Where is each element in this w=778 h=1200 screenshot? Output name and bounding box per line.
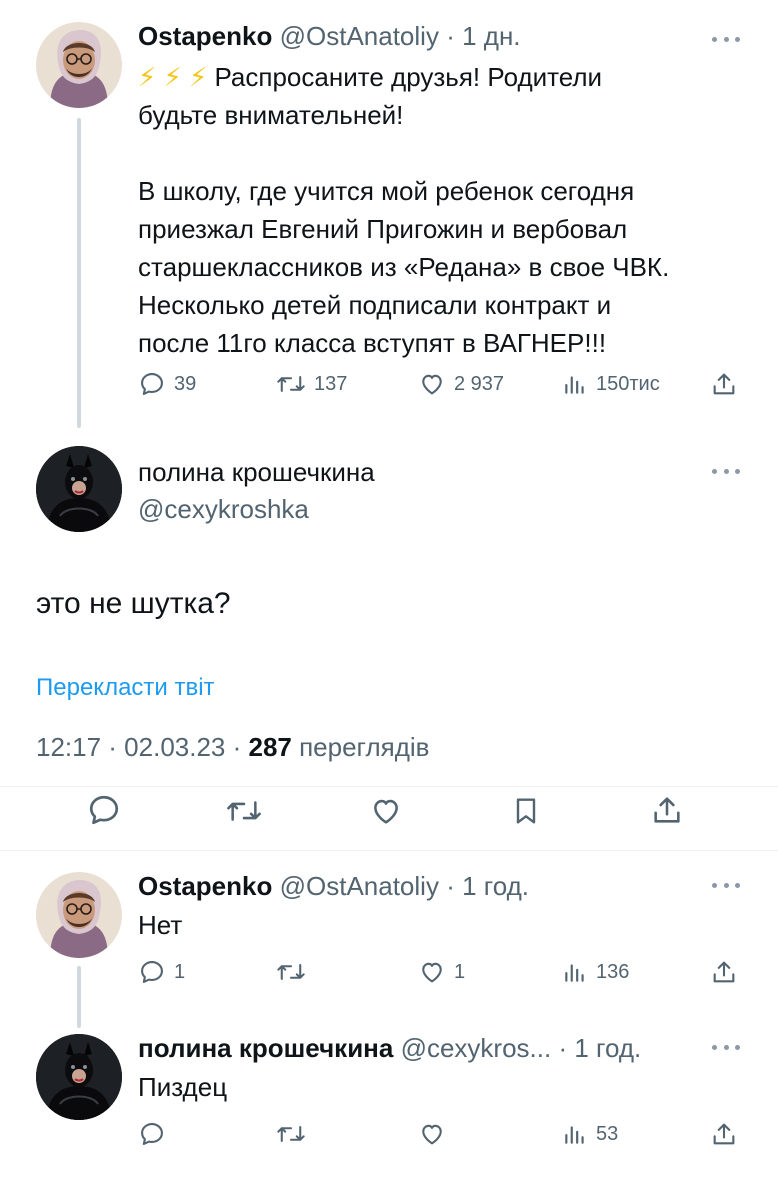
separator: ·	[446, 21, 455, 51]
bookmark-icon	[516, 798, 536, 824]
reply1-header: Ostapenko @OstAnatoliy · 1 год.	[138, 868, 529, 904]
retweet-icon	[277, 376, 305, 392]
views-button[interactable]: 136	[562, 958, 629, 986]
share-icon	[713, 373, 735, 395]
main-author-name[interactable]: полина крошечкина	[138, 455, 375, 489]
retweet-icon	[277, 964, 305, 980]
views-button[interactable]: 53	[562, 1120, 618, 1148]
avatar-polina[interactable]	[36, 1034, 122, 1120]
tweet1-line7: после 11го класса вступят в ВАГНЕР!!!	[138, 328, 607, 358]
main-views-count[interactable]: 287	[248, 732, 291, 762]
like-icon	[422, 962, 442, 983]
separator: ·	[446, 871, 455, 901]
more-icon[interactable]	[712, 880, 740, 890]
timestamp[interactable]: 1 год.	[462, 871, 529, 901]
tweet1-line6: Несколько детей подписали контракт и	[138, 290, 612, 320]
author-name[interactable]: Ostapenko	[138, 871, 272, 901]
views-count: 150тис	[596, 372, 660, 395]
main-timestamp[interactable]: 12:17 · 02.03.23 ·	[36, 732, 248, 762]
more-icon[interactable]	[712, 34, 740, 44]
like-icon	[422, 374, 442, 395]
tweet1-line5: старшеклассников из «Редана» в свое ЧВК.	[138, 252, 670, 282]
main-author-handle[interactable]: @cexykroshka	[138, 492, 309, 526]
reply-icon	[141, 1123, 163, 1145]
more-icon[interactable]	[712, 1042, 740, 1052]
views-button[interactable]: 150тис	[562, 370, 660, 398]
main-like-button[interactable]	[368, 794, 404, 828]
like-count: 2 937	[454, 372, 505, 395]
divider	[0, 786, 778, 787]
like-button[interactable]: 1	[418, 958, 465, 986]
tweet1-text: ⚡ ⚡ ⚡ Распросаните друзья! Родители будь…	[138, 58, 758, 362]
like-icon	[422, 1124, 442, 1145]
views-count: 136	[596, 960, 630, 983]
share-button[interactable]	[710, 370, 738, 398]
main-views-label: переглядів	[291, 732, 430, 762]
timestamp[interactable]: 1 дн.	[462, 21, 520, 51]
author-handle[interactable]: @OstAnatoliy	[280, 871, 439, 901]
reply-icon	[89, 795, 119, 825]
share-icon	[713, 1123, 735, 1145]
tweet1-header: Ostapenko @OstAnatoliy · 1 дн.	[138, 18, 521, 54]
separator: ·	[558, 1033, 568, 1063]
views-icon	[565, 964, 584, 982]
reply-icon	[141, 961, 163, 983]
views-icon	[565, 1126, 584, 1144]
reply-button[interactable]	[138, 1120, 166, 1148]
main-tweet-text: это не шутка?	[36, 587, 231, 620]
tweet1-line4: приезжал Евгений Пригожин и вербовал	[138, 214, 628, 244]
retweet-icon	[277, 1126, 305, 1142]
like-button[interactable]: 2 937	[418, 370, 504, 398]
author-handle[interactable]: @cexykros...	[401, 1033, 552, 1063]
avatar-polina[interactable]	[36, 446, 122, 532]
author-name[interactable]: полина крошечкина	[138, 1033, 393, 1063]
share-icon	[713, 961, 735, 983]
reply1-text: Нет	[138, 910, 183, 940]
reply-count: 39	[174, 372, 197, 395]
views-icon	[565, 376, 584, 394]
reply2-text: Пиздец	[138, 1072, 228, 1102]
reply2-header: полина крошечкина @cexykros... · 1 год.	[138, 1030, 641, 1066]
retweet-button[interactable]: 137	[276, 370, 347, 398]
tweet1-line3: В школу, где учится мой ребенок сегодня	[138, 176, 635, 206]
retweet-button[interactable]	[276, 958, 306, 986]
reply-icon	[141, 373, 163, 395]
thread-line	[77, 118, 81, 428]
tweet1-line2: будьте внимательней!	[138, 100, 404, 130]
translate-link[interactable]: Перекласти твіт	[36, 672, 215, 704]
like-count: 1	[454, 960, 466, 983]
thread-line	[77, 966, 81, 1028]
avatar-ostapenko[interactable]	[36, 22, 122, 108]
share-button[interactable]	[710, 958, 738, 986]
share-button[interactable]	[710, 1120, 738, 1148]
like-icon	[374, 799, 398, 824]
bolt-icon: ⚡ ⚡ ⚡	[138, 62, 208, 92]
author-name[interactable]: Ostapenko	[138, 21, 272, 51]
timestamp[interactable]: 1 год.	[574, 1033, 641, 1063]
retweet-button[interactable]	[276, 1120, 306, 1148]
main-share-button[interactable]	[650, 792, 684, 828]
retweet-count: 137	[314, 372, 348, 395]
divider	[0, 850, 778, 851]
main-reply-button[interactable]	[86, 792, 122, 828]
author-handle[interactable]: @OstAnatoliy	[280, 21, 439, 51]
main-bookmark-button[interactable]	[510, 794, 542, 828]
reply-button[interactable]: 1	[138, 958, 185, 986]
retweet-icon	[227, 801, 261, 821]
main-retweet-button[interactable]	[224, 794, 264, 828]
tweet1-line1: Распросаните друзья! Родители	[214, 62, 603, 92]
avatar-ostapenko[interactable]	[36, 872, 122, 958]
reply-count: 1	[174, 960, 186, 983]
like-button[interactable]	[418, 1120, 446, 1148]
tweet-meta: 12:17 · 02.03.23 · 287 переглядів	[36, 729, 429, 765]
reply-button[interactable]: 39	[138, 370, 196, 398]
more-icon[interactable]	[712, 466, 740, 476]
views-count: 53	[596, 1122, 619, 1145]
share-icon	[654, 797, 680, 823]
